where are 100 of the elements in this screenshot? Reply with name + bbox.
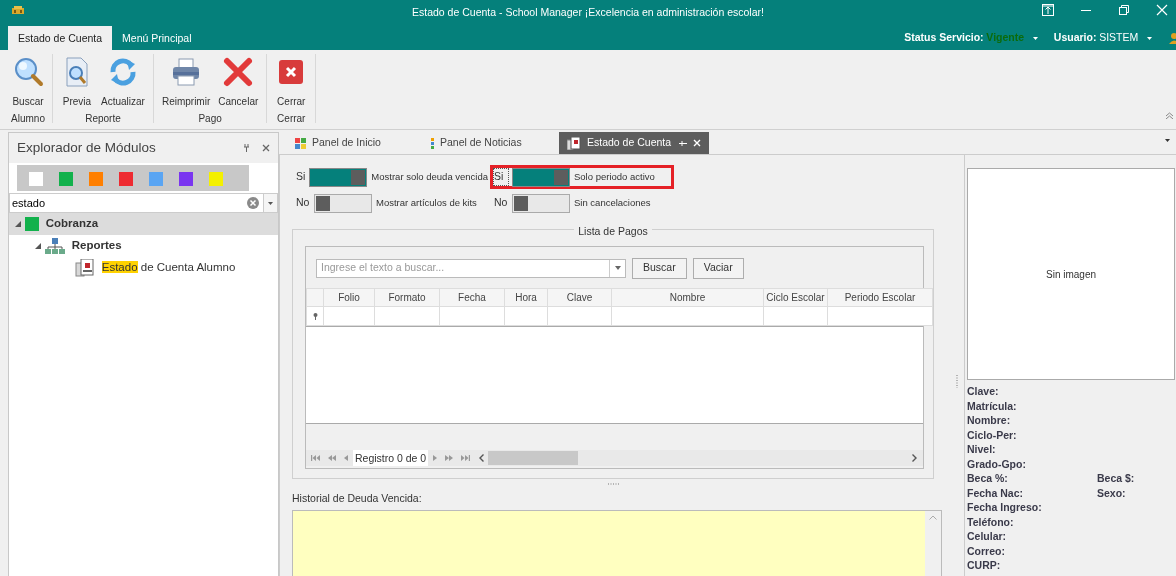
clear-icon[interactable] — [247, 197, 259, 209]
toggle-state: Si — [296, 169, 306, 185]
grid-button[interactable]: Buscar — [632, 257, 687, 279]
grid-button[interactable]: Vaciar — [692, 257, 744, 279]
ribbon-button[interactable]: Buscar — [8, 54, 48, 111]
color-swatch[interactable] — [89, 172, 103, 186]
field-label: Beca %: — [967, 471, 1009, 486]
toggle-state: No — [296, 195, 310, 211]
ribbon-button[interactable]: Actualizar — [97, 54, 149, 111]
previous-icon[interactable] — [344, 455, 348, 461]
column-header[interactable]: Fecha — [439, 288, 505, 307]
record-counter: Registro 0 de 0 — [353, 450, 429, 466]
status-label: Status Servicio: — [904, 30, 984, 46]
window-title: Estado de Cuenta - School Manager ¡Excelencia en administración escolar! — [411, 5, 765, 20]
color-swatch[interactable] — [29, 172, 43, 186]
field-label: Sexo: — [1097, 485, 1127, 501]
group-title: Lista de Pagos — [574, 225, 652, 237]
expand-icon[interactable] — [15, 221, 21, 227]
user-icon[interactable] — [1168, 32, 1176, 44]
field-label: Ciclo-Per: — [967, 427, 1018, 443]
color-swatch[interactable] — [119, 172, 133, 186]
field-label: Clave: — [967, 384, 1000, 399]
field-label: Fecha Nac: — [967, 485, 1025, 501]
ribbon-button[interactable]: Reimprimir — [157, 54, 215, 111]
column-header[interactable]: Formato — [374, 288, 440, 307]
toggle-state: No — [494, 195, 508, 211]
collapse-icon[interactable] — [1165, 112, 1174, 119]
field-label: Beca $: — [1097, 471, 1136, 486]
placeholder-text: Sin imagen — [1046, 267, 1096, 282]
field-label: CURP: — [967, 558, 1002, 573]
column-header[interactable]: Periodo Escolar — [827, 288, 933, 307]
group-label: Cerrar — [276, 112, 307, 126]
column-header[interactable]: Clave — [547, 288, 612, 307]
color-swatch[interactable] — [179, 172, 193, 186]
field-label: Matrícula: — [967, 398, 1018, 414]
scrollbar-thumb[interactable] — [488, 451, 579, 465]
close-icon[interactable] — [262, 144, 270, 152]
report-icon — [567, 136, 581, 150]
field-label: Fecha Ingreso: — [967, 500, 1043, 515]
ribbon-button[interactable]: Previa — [57, 54, 97, 111]
field-label: Correo: — [967, 543, 1006, 559]
toggle-switch[interactable] — [314, 193, 372, 213]
ribbon-button[interactable]: Cancelar — [214, 54, 263, 111]
tree-item-label[interactable]: Cobranza — [45, 215, 99, 233]
restore-icon[interactable] — [1118, 4, 1130, 16]
tab-list-icon[interactable] — [1165, 139, 1170, 142]
toggle-label: Solo periodo activo — [574, 169, 655, 184]
search-box[interactable]: Ingrese el texto a buscar... — [316, 258, 626, 278]
field-label: Nivel: — [967, 442, 997, 457]
module-icon — [25, 217, 39, 231]
ribbon-button[interactable]: Cerrar — [271, 54, 312, 111]
scroll-left-icon[interactable] — [479, 454, 485, 462]
pin-icon[interactable] — [243, 144, 250, 152]
caret-icon[interactable] — [1032, 36, 1038, 40]
search-box[interactable]: estado — [9, 193, 278, 213]
document-tab[interactable]: Panel de Inicio — [287, 132, 417, 154]
first-page-icon[interactable] — [311, 455, 320, 461]
report-icon — [75, 259, 95, 277]
panel-title: Explorador de Módulos — [17, 138, 156, 157]
user-value[interactable]: SISTEM — [1099, 30, 1139, 46]
ribbon-tab[interactable]: Menú Principal — [112, 26, 202, 50]
toggle-switch[interactable] — [512, 193, 570, 213]
last-page-icon[interactable] — [461, 455, 471, 461]
next-page-icon[interactable] — [445, 455, 454, 461]
scroll-right-icon[interactable] — [912, 454, 917, 462]
expand-icon[interactable] — [35, 243, 41, 249]
cross-icon — [222, 56, 255, 88]
color-swatch[interactable] — [149, 172, 163, 186]
toggle-label: Mostrar solo deuda vencida — [371, 169, 489, 184]
scroll-up-icon[interactable] — [929, 514, 937, 520]
toggle-switch[interactable] — [309, 167, 368, 187]
column-header[interactable]: Ciclo Escolar — [763, 288, 828, 307]
color-swatch[interactable] — [209, 172, 223, 186]
field-label: Grado-Gpo: — [967, 456, 1027, 472]
pin-window-icon[interactable] — [1042, 4, 1054, 16]
tree-item-label[interactable]: Reportes — [71, 237, 122, 255]
color-swatch[interactable] — [59, 172, 73, 186]
hierarchy-icon — [45, 238, 65, 254]
document-tab[interactable]: Panel de Noticias — [423, 132, 553, 154]
caret-icon[interactable] — [268, 201, 273, 205]
toggle-label: Mostrar artículos de kits — [376, 195, 477, 210]
news-icon — [431, 137, 434, 149]
caret-icon[interactable] — [1147, 36, 1152, 40]
dropdown-icon[interactable] — [614, 266, 621, 270]
logo-icon — [11, 5, 25, 15]
tree-item-label[interactable]: Estado de Cuenta Alumno — [101, 259, 236, 277]
field-label: Historial de Deuda Vencida: — [292, 491, 423, 506]
previous-page-icon[interactable] — [328, 455, 336, 461]
group-label: Reporte — [84, 112, 122, 126]
magnifier-icon — [12, 56, 44, 88]
toggle-label: Sin cancelaciones — [574, 195, 651, 210]
column-header[interactable]: Hora — [504, 288, 548, 307]
user-label: Usuario: — [1053, 30, 1097, 46]
ribbon-tab[interactable]: Estado de Cuenta — [8, 26, 113, 50]
toggle-switch[interactable] — [512, 167, 570, 187]
group-label: Pago — [197, 112, 223, 126]
field-label: Celular: — [967, 529, 1008, 544]
column-header[interactable]: Nombre — [611, 288, 764, 307]
column-header[interactable]: Folio — [323, 288, 375, 307]
next-icon[interactable] — [433, 455, 438, 461]
